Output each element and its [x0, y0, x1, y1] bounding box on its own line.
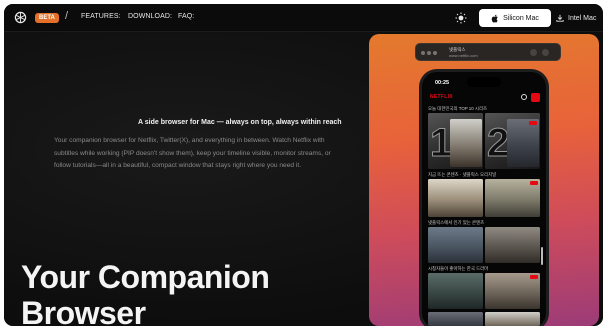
- row-label-kdrama: 시청자들이 좋아하는 한국 드라마: [428, 266, 489, 271]
- new-badge-icon: [530, 275, 538, 279]
- download-icon: [556, 14, 564, 22]
- pin-icon: [542, 49, 549, 56]
- phone-time: 00:25: [435, 80, 450, 86]
- hero-title-line-2: Browser: [21, 295, 146, 326]
- new-badge-icon: [529, 121, 537, 125]
- poster-thumbnail: [507, 119, 539, 167]
- row-label-trending: 지금 뜨는 콘텐츠 · 넷플릭스 오리지널: [428, 172, 497, 177]
- search-icon: [521, 94, 527, 100]
- apple-icon: [491, 14, 498, 23]
- new-badge-icon: [530, 181, 538, 185]
- top10-tile-2: 2: [485, 113, 540, 169]
- page-frame: BETA / FEATURES: DOWNLOAD: FAQ: Silicon …: [4, 4, 603, 326]
- hero-title-line-1: Your Companion: [21, 259, 270, 295]
- hero-description: Your companion browser for Netflix, Twit…: [54, 137, 331, 170]
- poster-thumbnail: [428, 312, 483, 326]
- nav-separator: /: [65, 10, 69, 22]
- row-label-popular: 넷플릭스에서 인기 있는 콘텐츠: [428, 220, 485, 225]
- beta-badge: BETA: [35, 13, 59, 23]
- silicon-mac-label: Silicon Mac: [503, 14, 539, 22]
- mini-window-url: www.netflix.com: [449, 53, 478, 58]
- row-label-top10: 오늘 대한민국의 TOP 10 시리즈: [428, 106, 488, 111]
- hero-tagline: A side browser for Mac — always on top, …: [138, 119, 342, 126]
- netflix-logo: NETFLIX: [430, 94, 453, 100]
- download-silicon-mac-button[interactable]: Silicon Mac: [479, 9, 551, 27]
- profile-avatar-icon: [531, 93, 540, 102]
- poster-thumbnail: [428, 179, 483, 217]
- netflix-app-bar: NETFLIX: [422, 92, 546, 104]
- dynamic-island: [467, 77, 501, 87]
- window-dot-icon: [433, 51, 437, 55]
- logo-icon[interactable]: [14, 11, 27, 24]
- hero-title: Your Companion Browser: [21, 259, 270, 326]
- top-nav-bar: BETA / FEATURES: DOWNLOAD: FAQ: Silicon …: [4, 4, 603, 32]
- app-preview-panel: 넷플릭스 www.netflix.com 00:25 NETFLIX 오늘 대한…: [369, 34, 599, 326]
- phone-mockup: 00:25 NETFLIX 오늘 대한민국의 TOP 10 시리즈 1 2 지금…: [419, 69, 549, 326]
- intel-mac-label: Intel Mac: [568, 14, 597, 22]
- poster-thumbnail: [428, 273, 483, 309]
- nav-link-faq[interactable]: FAQ:: [178, 13, 194, 20]
- poster-thumbnail: [485, 179, 540, 217]
- reload-icon: [530, 49, 537, 56]
- theme-toggle-icon[interactable]: [455, 12, 467, 24]
- top10-tile-1: 1: [428, 113, 483, 169]
- mini-browser-window: 넷플릭스 www.netflix.com: [415, 43, 561, 61]
- top10-rank-1: 1: [429, 121, 453, 165]
- window-dot-icon: [427, 51, 431, 55]
- window-dot-icon: [421, 51, 425, 55]
- poster-thumbnail: [485, 273, 540, 309]
- poster-thumbnail: [428, 227, 483, 263]
- nav-link-features[interactable]: FEATURES:: [81, 13, 121, 20]
- poster-thumbnail: [485, 312, 540, 326]
- download-intel-mac-button[interactable]: Intel Mac: [556, 9, 603, 27]
- scrollbar[interactable]: [541, 247, 543, 265]
- poster-thumbnail: [485, 227, 540, 263]
- nav-link-download[interactable]: DOWNLOAD:: [128, 13, 172, 20]
- poster-thumbnail: [450, 119, 482, 167]
- top10-rank-2: 2: [486, 121, 510, 165]
